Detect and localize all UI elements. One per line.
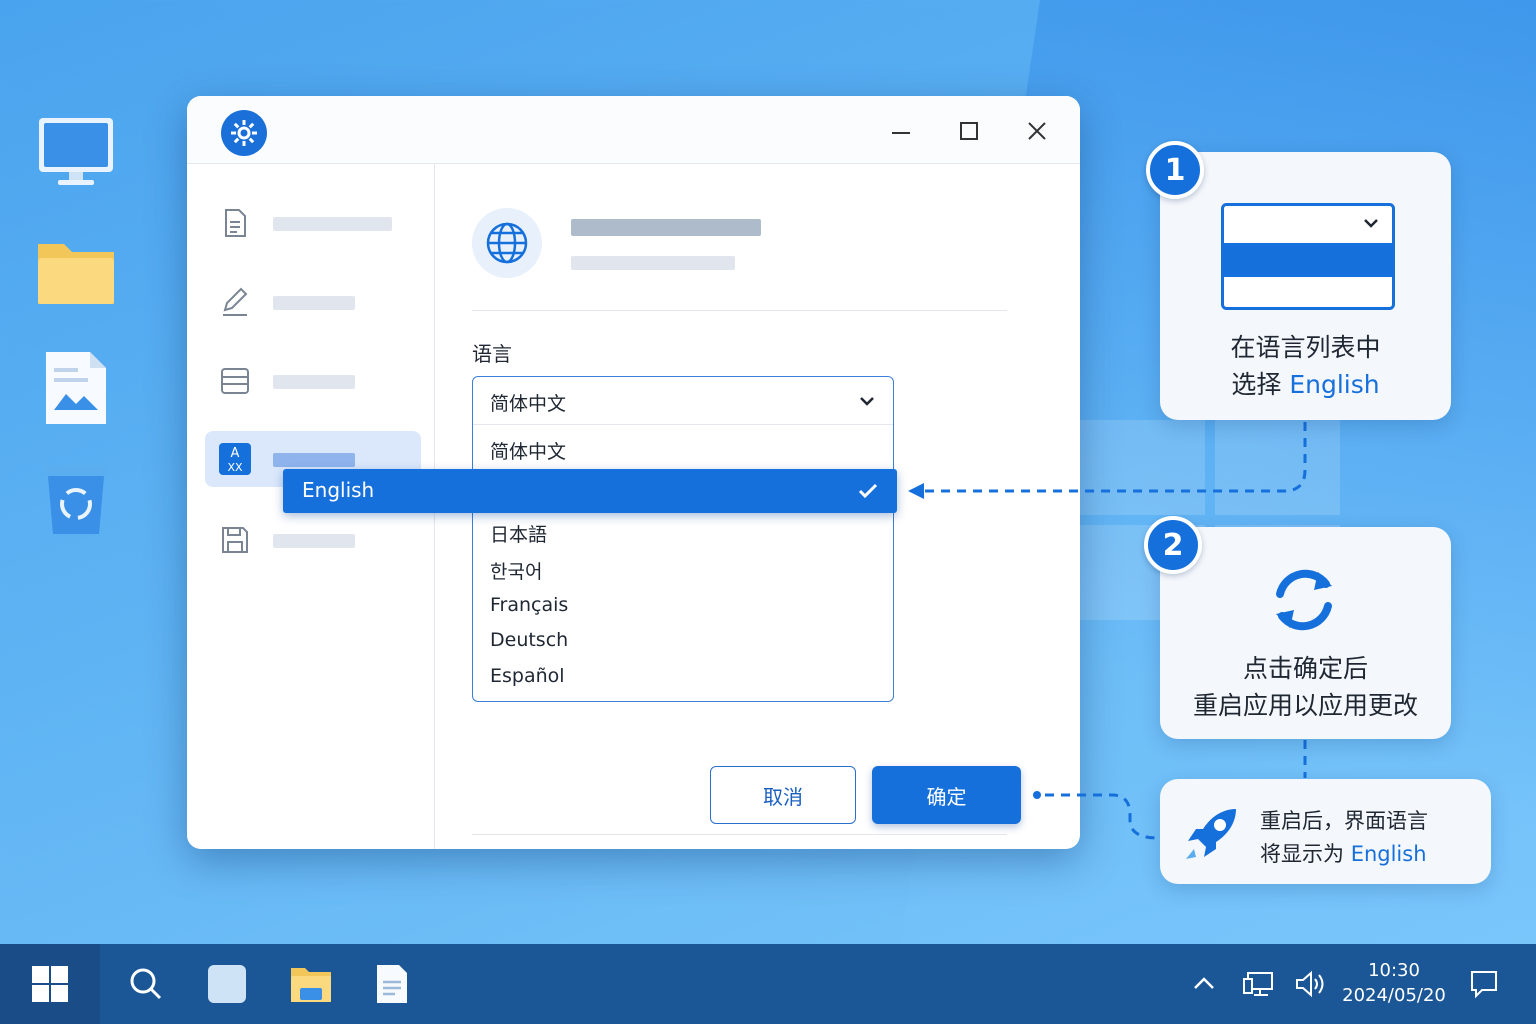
clock-time: 10:30 — [1368, 960, 1420, 981]
step1-line2-accent: English — [1289, 370, 1380, 399]
system-clock[interactable]: 10:30 2024/05/20 — [1336, 958, 1452, 1008]
start-button[interactable] — [0, 944, 100, 1024]
result-line1: 重启后，界面语言 — [1260, 809, 1428, 833]
network-button[interactable] — [1236, 962, 1280, 1006]
step2-line2: 重启应用以应用更改 — [1192, 691, 1418, 720]
file-explorer-button[interactable] — [289, 962, 333, 1006]
network-icon — [1243, 972, 1273, 996]
volume-icon — [1296, 970, 1324, 998]
volume-button[interactable] — [1288, 962, 1332, 1006]
step1-badge: 1 — [1146, 141, 1204, 199]
windows-logo-icon — [32, 966, 68, 1002]
folder-icon — [291, 968, 331, 1002]
chevron-up-icon — [1194, 977, 1214, 989]
result-line2-prefix: 将显示为 — [1260, 842, 1351, 866]
result-callout: 重启后，界面语言 将显示为 English — [1160, 779, 1491, 884]
step2-callout: 点击确定后 重启应用以应用更改 — [1160, 527, 1451, 739]
document-icon — [377, 965, 407, 1003]
step1-line1: 在语言列表中 — [1230, 333, 1381, 362]
show-hidden-icons-button[interactable] — [1182, 962, 1226, 1006]
step1-line2: 选择 English — [1160, 367, 1451, 403]
sync-icon — [1276, 569, 1332, 631]
taskbar-app-button[interactable] — [205, 962, 249, 1006]
clock-date: 2024/05/20 — [1342, 985, 1446, 1006]
step2-line1: 点击确定后 — [1242, 654, 1368, 683]
result-line2: 将显示为 English — [1260, 838, 1427, 868]
result-line2-accent: English — [1350, 842, 1427, 866]
search-icon — [130, 968, 162, 1000]
notifications-button[interactable] — [1462, 962, 1506, 1006]
step1-line2-prefix: 选择 — [1231, 370, 1290, 399]
rocket-icon — [1186, 809, 1236, 859]
search-button[interactable] — [124, 962, 168, 1006]
dropdown-illustration — [1221, 203, 1395, 310]
app-window-icon — [208, 965, 246, 1003]
taskbar: 10:30 2024/05/20 — [0, 944, 1536, 1024]
notification-icon — [1471, 971, 1497, 999]
step1-callout: 在语言列表中 选择 English — [1160, 152, 1451, 420]
document-app-button[interactable] — [370, 962, 414, 1006]
step2-badge: 2 — [1144, 516, 1202, 574]
